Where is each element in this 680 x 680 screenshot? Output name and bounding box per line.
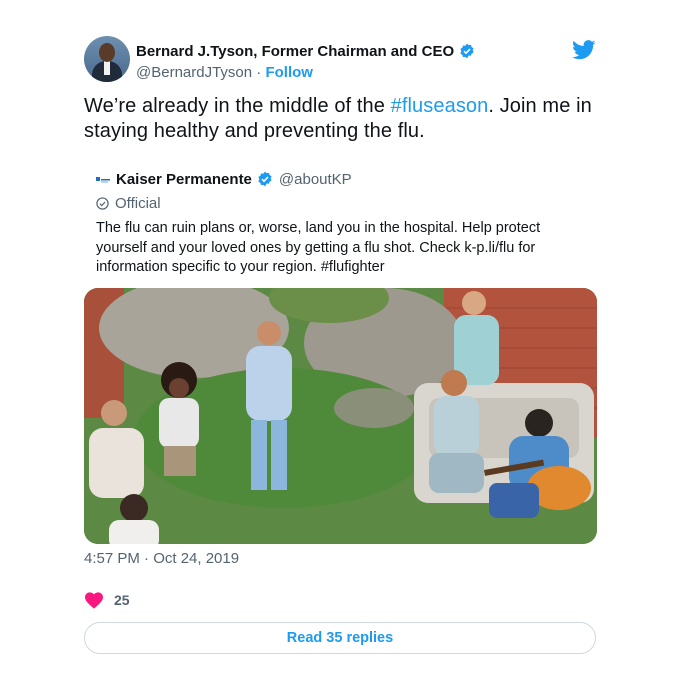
read-replies-button[interactable]: Read 35 replies	[84, 621, 596, 654]
twitter-bird-icon[interactable]	[572, 40, 596, 60]
tweet-text: We’re already in the middle of the #flus…	[84, 94, 600, 144]
author-name[interactable]: Bernard J.Tyson, Former Chairman and CEO	[136, 43, 454, 60]
party-photo[interactable]	[84, 287, 597, 544]
author-info: Bernard J.Tyson, Former Chairman and CEO…	[136, 42, 475, 82]
like-row[interactable]: 25	[84, 590, 600, 610]
verified-badge-icon	[258, 171, 272, 187]
like-count: 25	[114, 591, 130, 608]
official-label: Official	[115, 194, 161, 212]
kp-logo-icon	[96, 177, 110, 183]
tweet-header: Bernard J.Tyson, Former Chairman and CEO…	[84, 34, 600, 86]
tweet-card: Bernard J.Tyson, Former Chairman and CEO…	[84, 34, 600, 654]
photo-illustration	[84, 287, 597, 544]
heart-icon[interactable]	[84, 591, 104, 609]
tweet-text-part: We’re already in the middle of the	[84, 95, 391, 117]
quoted-author-name[interactable]: Kaiser Permanente	[116, 171, 252, 188]
follow-link[interactable]: Follow	[265, 64, 313, 81]
quoted-author-handle[interactable]: @aboutKP	[279, 171, 352, 188]
author-handle[interactable]: @BernardJTyson	[136, 64, 252, 81]
hashtag-link[interactable]: #fluseason	[391, 95, 489, 117]
verified-badge-icon	[460, 43, 474, 59]
timestamp[interactable]: 4:57 PM · Oct 24, 2019	[84, 550, 600, 568]
quoted-tweet[interactable]: Kaiser Permanente @aboutKP Official The …	[84, 168, 600, 544]
avatar-head	[99, 43, 115, 62]
official-check-icon	[96, 196, 109, 210]
quoted-tweet-text: The flu can ruin plans or, worse, land y…	[96, 220, 541, 275]
author-avatar[interactable]	[84, 36, 130, 82]
avatar-shirt	[104, 61, 110, 75]
